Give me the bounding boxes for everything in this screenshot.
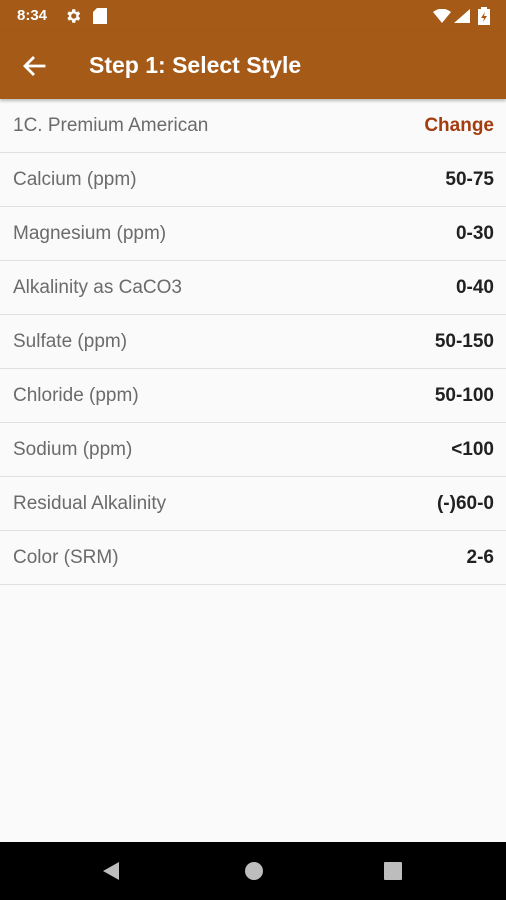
param-value: 50-100 [434, 385, 494, 406]
param-row-sulfate: Sulfate (ppm) 50-150 [0, 315, 506, 369]
param-row-sodium: Sodium (ppm) <100 [0, 423, 506, 477]
sd-card-icon [93, 8, 107, 24]
param-label: Sodium (ppm) [13, 439, 133, 460]
param-value: <100 [451, 439, 494, 460]
param-label: Chloride (ppm) [13, 385, 139, 406]
gear-icon [67, 9, 81, 23]
status-time: 8:34 [17, 7, 48, 24]
status-bar: 8:34 [0, 0, 506, 32]
arrow-left-icon[interactable] [18, 50, 50, 82]
param-value: 2-6 [466, 547, 494, 568]
system-nav-bar [0, 842, 506, 900]
page-title: Step 1: Select Style [89, 52, 302, 78]
style-row: 1C. Premium American Change [0, 99, 506, 153]
change-style-button[interactable]: Change [424, 115, 494, 137]
param-label: Residual Alkalinity [13, 493, 167, 514]
param-value: 50-150 [434, 331, 494, 352]
param-row-color: Color (SRM) 2-6 [0, 531, 506, 585]
param-label: Alkalinity as CaCO3 [13, 277, 182, 298]
param-label: Magnesium (ppm) [13, 223, 167, 244]
param-label: Calcium (ppm) [13, 169, 137, 190]
param-row-alkalinity: Alkalinity as CaCO3 0-40 [0, 261, 506, 315]
param-value: (-)60-0 [436, 493, 494, 514]
param-value: 0-40 [455, 277, 494, 298]
param-row-chloride: Chloride (ppm) 50-100 [0, 369, 506, 423]
param-row-magnesium: Magnesium (ppm) 0-30 [0, 207, 506, 261]
param-label: Sulfate (ppm) [13, 331, 128, 352]
signal-icon [454, 9, 470, 23]
param-value: 50-75 [445, 169, 494, 190]
wifi-icon [433, 9, 451, 23]
battery-icon [478, 7, 490, 25]
app-bar: Step 1: Select Style [0, 32, 506, 99]
param-label: Color (SRM) [13, 547, 119, 568]
nav-recent-apps-icon[interactable] [384, 862, 402, 880]
param-value: 0-30 [455, 223, 494, 244]
nav-home-icon[interactable] [244, 861, 264, 881]
style-name: 1C. Premium American [13, 115, 209, 136]
style-parameters-list: 1C. Premium American Change Calcium (ppm… [0, 99, 506, 585]
param-row-residual-alkalinity: Residual Alkalinity (-)60-0 [0, 477, 506, 531]
nav-back-icon[interactable] [101, 861, 121, 881]
param-row-calcium: Calcium (ppm) 50-75 [0, 153, 506, 207]
